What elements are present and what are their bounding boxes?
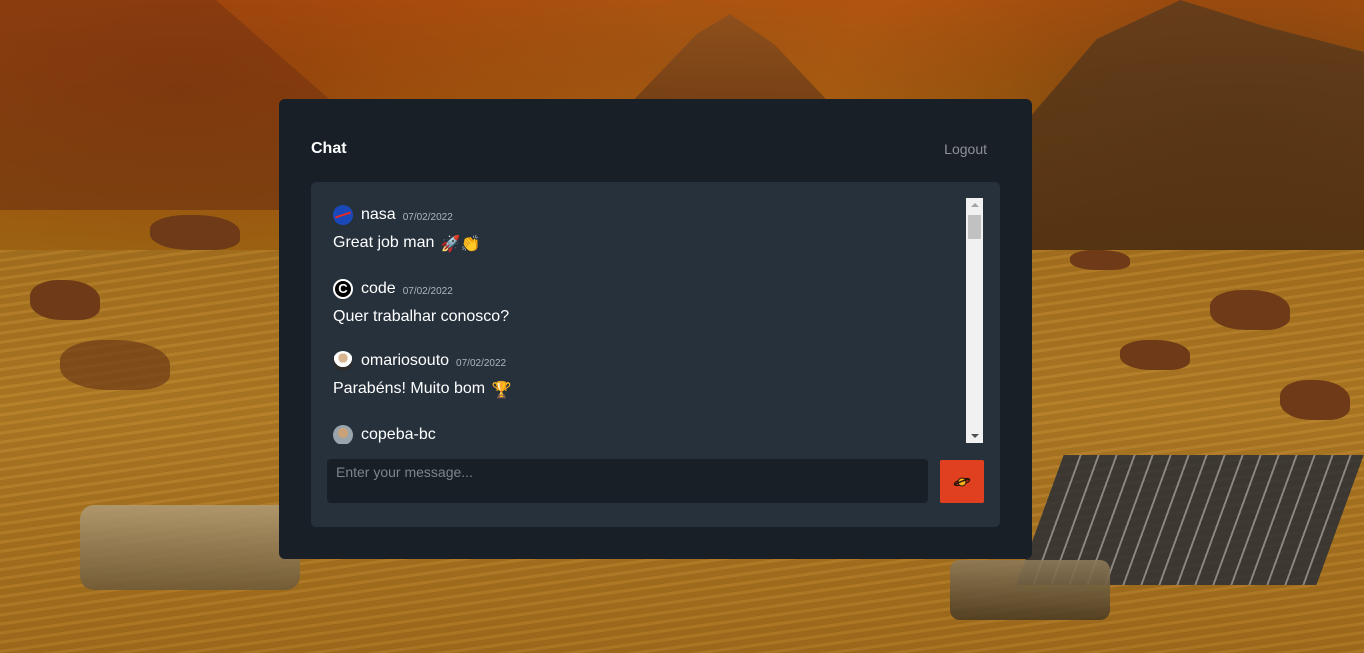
message-date: 07/02/2022: [402, 285, 453, 297]
scroll-thumb[interactable]: [968, 215, 981, 239]
user-avatar-icon: [333, 425, 353, 444]
nasa-avatar-icon: [333, 205, 353, 225]
message-header: omariosouto 07/02/2022: [333, 348, 953, 374]
chat-header: Chat Logout: [311, 139, 987, 159]
chat-title: Chat: [311, 140, 347, 157]
rock: [1070, 250, 1130, 270]
message-list[interactable]: nasa 07/02/2022 Great job man 🚀👏 C code …: [333, 202, 953, 444]
message-header: nasa 07/02/2022: [333, 202, 953, 228]
logout-link[interactable]: Logout: [944, 141, 987, 157]
rock: [150, 215, 240, 250]
message-body: Quer trabalhar conosco?: [333, 308, 510, 325]
trophy-emoji: 🏆: [491, 382, 512, 399]
rock: [60, 340, 170, 390]
code-avatar-icon: C: [333, 279, 353, 299]
message-header: copeba-bc: [333, 422, 953, 444]
chat-box: nasa 07/02/2022 Great job man 🚀👏 C code …: [311, 182, 1000, 527]
message-item: nasa 07/02/2022 Great job man 🚀👏: [333, 202, 953, 254]
planet-icon: [953, 477, 971, 486]
message-date: 07/02/2022: [402, 211, 453, 223]
rock: [1210, 290, 1290, 330]
scroll-up-icon[interactable]: [966, 198, 983, 212]
message-input[interactable]: [327, 459, 928, 503]
message-item: C code 07/02/2022 Quer trabalhar conosco…: [333, 276, 953, 326]
rock: [1280, 380, 1350, 420]
send-button[interactable]: [940, 460, 984, 503]
message-header: C code 07/02/2022: [333, 276, 953, 302]
rock: [1120, 340, 1190, 370]
cargo-module: [950, 560, 1110, 620]
message-scrollbar[interactable]: [966, 198, 983, 443]
scroll-down-icon[interactable]: [966, 429, 983, 443]
message-username: copeba-bc: [361, 426, 436, 443]
message-username: nasa: [361, 206, 396, 223]
habitat-module: [80, 505, 300, 590]
message-date: 07/02/2022: [456, 357, 507, 369]
mountain-right: [1030, 0, 1364, 260]
rock: [30, 280, 100, 320]
message-text: Great job man 🚀👏: [333, 234, 953, 254]
message-body: Great job man: [333, 234, 435, 251]
message-item: copeba-bc: [333, 422, 953, 444]
message-body: Parabéns! Muito bom: [333, 380, 486, 397]
rocket-clap-emoji: 🚀👏: [440, 236, 481, 253]
message-item: omariosouto 07/02/2022 Parabéns! Muito b…: [333, 348, 953, 400]
message-text: Parabéns! Muito bom 🏆: [333, 380, 953, 400]
message-username: omariosouto: [361, 352, 450, 369]
user-avatar-icon: [333, 351, 353, 371]
message-text: Quer trabalhar conosco?: [333, 308, 953, 326]
message-username: code: [361, 280, 396, 297]
chat-panel: Chat Logout nasa 07/02/2022 Great job ma…: [279, 99, 1032, 559]
